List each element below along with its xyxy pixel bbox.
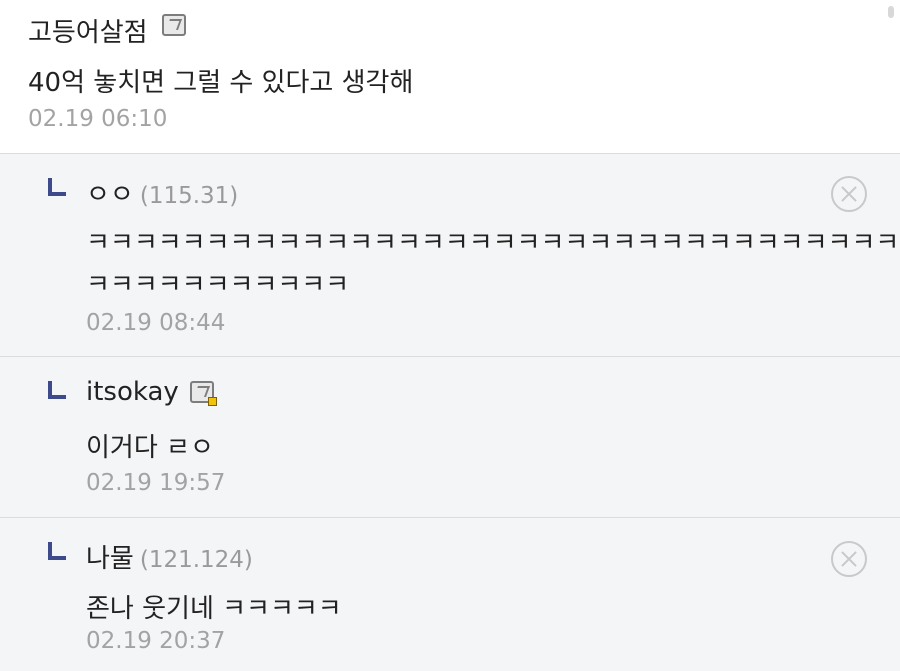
reply-item: 나물 (121.124) 존나 웃기네 ㅋㅋㅋㅋㅋ 02.19 20:37 [0, 518, 900, 671]
reply-timestamp: 02.19 20:37 [86, 628, 226, 654]
reply-arrow-icon [48, 178, 66, 196]
reply-item: itsokay 이거다 ㄹㅇ 02.19 19:57 [0, 357, 900, 518]
member-badge-icon [162, 14, 186, 36]
reply-author[interactable]: 나물 (121.124) [86, 538, 253, 575]
reply-author-name[interactable]: 나물 [86, 544, 134, 574]
reply-body: 존나 웃기네 ㅋㅋㅋㅋㅋ [86, 594, 342, 624]
reply-timestamp: 02.19 19:57 [86, 470, 226, 496]
delete-icon[interactable] [831, 176, 867, 212]
reply-body-line: ㅋㅋㅋㅋㅋㅋㅋㅋㅋㅋㅋㅋㅋㅋㅋㅋㅋㅋㅋㅋㅋㅋㅋㅋㅋㅋㅋㅋㅋㅋㅋㅋㅋㅋㅋ [86, 228, 900, 258]
member-badge-icon [190, 381, 217, 406]
original-comment: 고등어살점 40억 놓치면 그럴 수 있다고 생각해 02.19 06:10 [0, 0, 900, 154]
delete-icon[interactable] [831, 541, 867, 577]
reply-body: 이거다 ㄹㅇ [86, 433, 214, 463]
reply-arrow-icon [48, 542, 66, 560]
reply-author-ip: (121.124) [139, 547, 253, 573]
comment-timestamp: 02.19 06:10 [28, 106, 168, 132]
reply-author[interactable]: itsokay [86, 377, 179, 407]
reply-arrow-icon [48, 381, 66, 399]
reply-author[interactable]: ㅇㅇ (115.31) [86, 174, 238, 211]
member-level-dot [208, 397, 217, 406]
reply-author-ip: (115.31) [139, 183, 239, 209]
comment-author[interactable]: 고등어살점 [28, 12, 148, 49]
reply-author-name[interactable]: ㅇㅇ [86, 180, 134, 210]
reply-item: ㅇㅇ (115.31) ㅋㅋㅋㅋㅋㅋㅋㅋㅋㅋㅋㅋㅋㅋㅋㅋㅋㅋㅋㅋㅋㅋㅋㅋㅋㅋㅋㅋㅋ… [0, 154, 900, 357]
scrollbar-thumb[interactable] [888, 6, 894, 18]
reply-timestamp: 02.19 08:44 [86, 310, 226, 336]
comment-body: 40억 놓치면 그럴 수 있다고 생각해 [28, 68, 414, 98]
reply-body-line: ㅋㅋㅋㅋㅋㅋㅋㅋㅋㅋㅋ [86, 270, 350, 300]
